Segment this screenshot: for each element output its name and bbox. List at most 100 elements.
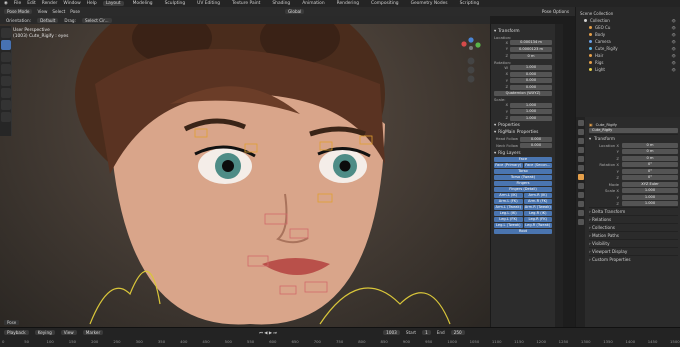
navigation-gizmo[interactable] — [457, 30, 485, 90]
output-properties-icon[interactable] — [577, 138, 584, 144]
rig-layer-toggle[interactable]: Root — [494, 228, 552, 234]
rigmain-section-header[interactable]: ▾ RigMain Properties — [494, 130, 552, 135]
visibility-eye-icon[interactable]: 👁 — [672, 61, 676, 65]
blender-logo-icon[interactable]: ◉ — [4, 1, 8, 6]
render-properties-icon[interactable] — [577, 129, 584, 135]
rig-layer-toggle[interactable]: Leg.R (FK) — [523, 216, 552, 222]
panel-header-collections[interactable]: › Collections — [589, 223, 678, 231]
visibility-eye-icon[interactable]: 👁 — [672, 19, 676, 23]
rotation-w-field[interactable]: 1.000 — [510, 65, 552, 71]
location-y-field[interactable]: 0.0000123 m — [510, 46, 552, 52]
sidebar-tabs[interactable] — [555, 24, 563, 327]
rotation-z-field[interactable]: 0.000 — [510, 84, 552, 90]
workspace-tab-layout[interactable]: Layout — [102, 1, 124, 6]
end-frame-field[interactable]: 250 — [450, 330, 465, 335]
menu-window[interactable]: Window — [63, 1, 80, 6]
panel-header-custom-properties[interactable]: › Custom Properties — [589, 255, 678, 263]
current-frame-field[interactable]: 1003 — [383, 330, 400, 335]
particles-properties-icon[interactable] — [577, 192, 584, 198]
rotation-mode-dropdown[interactable]: XYZ Euler — [622, 181, 678, 187]
world-properties-icon[interactable] — [577, 165, 584, 171]
outliner-item[interactable]: GEO Cu 👁 — [580, 24, 676, 31]
last-operator-panel[interactable]: Pose — [4, 320, 20, 325]
rig-layer-toggle[interactable]: Face — [494, 156, 552, 162]
rig-layer-toggle[interactable]: Arm.L (FK) — [494, 198, 523, 204]
menu-render[interactable]: Render — [42, 1, 58, 6]
rig-layer-toggle[interactable]: Arm.R (IK) — [523, 192, 552, 198]
rig-layer-toggle[interactable]: Arm.L (IK) — [494, 192, 523, 198]
outliner-item[interactable]: Collection 👁 — [580, 17, 676, 24]
annotate-tool-icon[interactable] — [1, 100, 11, 110]
outliner-item[interactable]: Cute_Rigify 👁 — [580, 45, 676, 52]
rigmain-value-field[interactable]: 0.000 — [520, 136, 552, 142]
rig-layer-toggle[interactable]: Face (Primary) — [494, 162, 523, 168]
outliner-item[interactable]: Hair 👁 — [580, 52, 676, 59]
measure-tool-icon[interactable] — [1, 112, 11, 122]
panel-header-relations[interactable]: › Relations — [589, 215, 678, 223]
outliner-item[interactable]: Camera 👁 — [580, 38, 676, 45]
timeline-ruler[interactable]: 0 50 100 150 200 250 300 350 400 450 500 550 600 650 7… — [0, 338, 680, 347]
modifiers-properties-icon[interactable] — [577, 183, 584, 189]
timeline-menu-view[interactable]: View — [60, 330, 77, 335]
drag-dropdown[interactable]: Select Cir... — [81, 17, 112, 23]
playback-controls[interactable]: ⏮ ◀ ▶ ⏭ — [259, 330, 277, 335]
location-x-field[interactable]: 0.000134 m — [510, 40, 552, 46]
object-name[interactable]: Cute_Rigify — [596, 122, 617, 127]
prop-scale-x-field[interactable]: 1.000 — [622, 188, 678, 194]
visibility-eye-icon[interactable]: 👁 — [672, 68, 676, 72]
panel-header-delta-transform[interactable]: › Delta Transform — [589, 207, 678, 215]
timeline-menu-playback[interactable]: Playback — [4, 330, 29, 335]
rig-layer-toggle[interactable]: Fingers — [494, 180, 552, 186]
rotation-y-field[interactable]: 0.000 — [510, 78, 552, 84]
visibility-eye-icon[interactable]: 👁 — [672, 40, 676, 44]
menu-file[interactable]: File — [14, 1, 21, 6]
prop-location-x-field[interactable]: 0 m — [622, 142, 678, 148]
rigmain-value-field[interactable]: 0.000 — [520, 143, 552, 149]
workspace-tab-uv-editing[interactable]: UV Editing — [194, 1, 223, 6]
3d-viewport[interactable] — [0, 24, 490, 327]
rig-layer-toggle[interactable]: Leg.L (Tweak) — [494, 222, 523, 228]
rig-layer-toggle[interactable]: Leg.L (IK) — [494, 210, 523, 216]
scale-y-field[interactable]: 1.000 — [510, 109, 552, 115]
select-box-tool-icon[interactable] — [1, 40, 11, 50]
scale-x-field[interactable]: 1.000 — [510, 102, 552, 108]
prop-location-z-field[interactable]: 0 m — [622, 155, 678, 161]
scene-properties-icon[interactable] — [577, 156, 584, 162]
transform-panel-header[interactable]: ▾ Transform — [589, 134, 678, 142]
rig-layer-toggle[interactable]: Arm.R (FK) — [523, 198, 552, 204]
visibility-eye-icon[interactable]: 👁 — [672, 33, 676, 37]
rotation-x-field[interactable]: 0.000 — [510, 71, 552, 77]
rotate-tool-icon[interactable] — [1, 64, 11, 74]
visibility-eye-icon[interactable]: 👁 — [672, 26, 676, 30]
scale-z-field[interactable]: 1.000 — [510, 115, 552, 121]
panel-header-visibility[interactable]: › Visibility — [589, 239, 678, 247]
menu-select[interactable]: Select — [52, 9, 65, 14]
workspace-tab-rendering[interactable]: Rendering — [334, 1, 362, 6]
prop-location-y-field[interactable]: 0 m — [622, 149, 678, 155]
rig-layer-toggle[interactable]: Torso — [494, 168, 552, 174]
rig-layers-section-header[interactable]: ▾ Rig Layers — [494, 151, 552, 156]
prop-scale-y-field[interactable]: 1.000 — [622, 194, 678, 200]
panel-header-viewport-display[interactable]: › Viewport Display — [589, 247, 678, 255]
menu-help[interactable]: Help — [87, 1, 97, 6]
tool-properties-icon[interactable] — [577, 120, 584, 126]
panel-header-motion-paths[interactable]: › Motion Paths — [589, 231, 678, 239]
mode-dropdown[interactable]: Pose Mode — [4, 9, 33, 14]
move-tool-icon[interactable] — [1, 52, 11, 62]
properties-section-header[interactable]: ▾ Properties — [494, 123, 552, 128]
rig-layer-toggle[interactable]: Leg.L (FK) — [494, 216, 523, 222]
location-z-field[interactable]: 0 m — [510, 53, 552, 59]
view-layer-properties-icon[interactable] — [577, 147, 584, 153]
data-properties-icon[interactable] — [577, 219, 584, 225]
timeline-menu-keying[interactable]: Keying — [34, 330, 55, 335]
outliner-item[interactable]: Rigs 👁 — [580, 59, 676, 66]
outliner-item[interactable]: Light 👁 — [580, 66, 676, 73]
transform-section-header[interactable]: ▾ Transform — [494, 29, 552, 34]
menu-edit[interactable]: Edit — [27, 1, 36, 6]
workspace-tab-scripting[interactable]: Scripting — [457, 1, 483, 6]
constraints-properties-icon[interactable] — [577, 210, 584, 216]
bone-name-field[interactable]: Cute_Rigify — [589, 128, 678, 134]
menu-view[interactable]: View — [37, 9, 47, 14]
object-properties-icon[interactable] — [577, 174, 584, 180]
timeline-menu-marker[interactable]: Marker — [82, 330, 104, 335]
